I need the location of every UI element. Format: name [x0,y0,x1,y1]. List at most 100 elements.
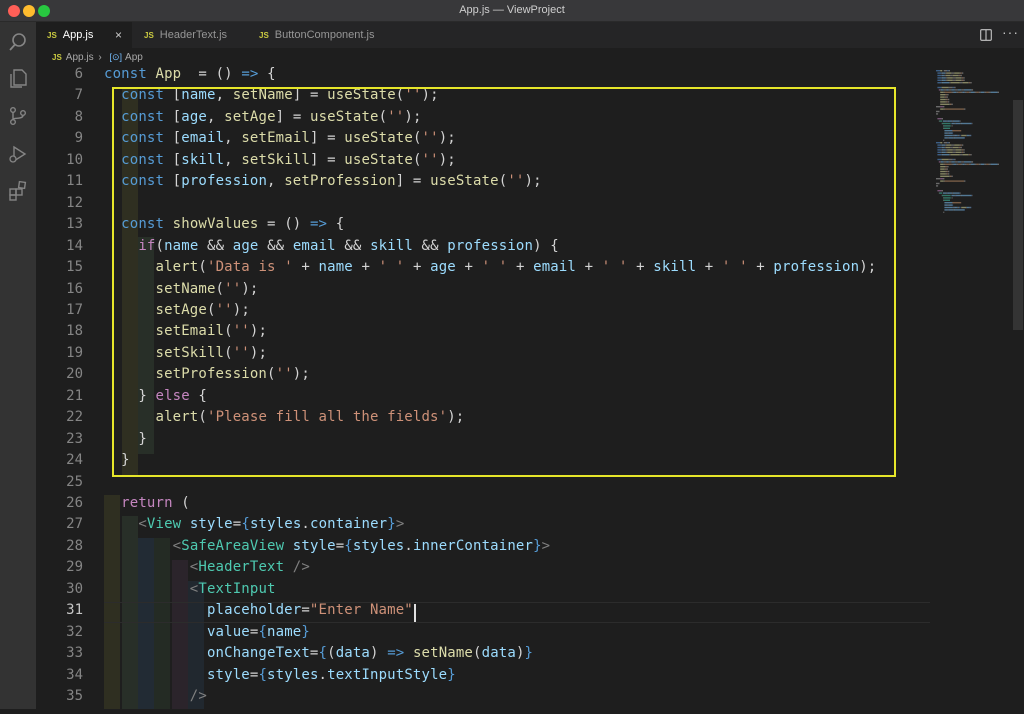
code-line[interactable]: value={name} [104,624,310,640]
code-token: < [138,516,147,533]
source-control-icon[interactable] [7,105,29,127]
explorer-icon[interactable] [7,67,29,89]
code-token: onChangeText [206,645,310,662]
minimap-line [963,79,965,81]
code-line[interactable]: return ( [104,495,190,511]
code-line[interactable]: <View style={styles.container}> [104,516,404,532]
highlight-box [112,87,896,477]
tab-headertext-js[interactable]: JS HeaderText.js [133,22,247,48]
minimap-line [944,137,948,139]
minimap-line [946,173,948,175]
tab-buttoncomponent-js[interactable]: JS ButtonComponent.js [248,22,394,48]
close-tab-icon[interactable]: × [115,22,122,48]
run-debug-icon[interactable] [7,143,29,165]
code-token: = [301,602,310,619]
code-line[interactable]: style={styles.textInputStyle} [104,667,456,683]
minimap-line [940,103,950,105]
minimap-line [944,180,964,182]
code-line[interactable]: <HeaderText /> [104,559,310,575]
minimap-line [942,151,946,153]
minimap-line [961,149,964,151]
minimap-line [952,192,960,194]
code-token: } [387,516,396,533]
code-line[interactable]: const App = () => { [104,66,276,82]
tab-app-js[interactable]: JS App.js × [36,22,132,48]
minimap-line [955,79,962,81]
code-line[interactable]: placeholder="Enter Name" [104,602,413,618]
minimap-line [960,91,963,93]
line-number: 27 [66,516,83,533]
minimap-line [954,161,958,163]
code-token: innerContainer [412,537,534,554]
minimap-line [964,91,967,93]
minimap-line [964,209,965,211]
minimap-line [946,89,949,91]
scrollbar-thumb[interactable] [1013,100,1023,330]
minimap-line [959,82,963,84]
minimap-line [962,163,965,165]
line-number: 26 [66,495,83,511]
line-number: 14 [66,237,83,254]
minimap-line [948,142,950,144]
minimap-line [940,94,946,96]
chevron-right-icon: › [98,52,102,63]
code-line[interactable]: <TextInput [104,581,276,597]
minimap-line [937,86,942,89]
more-actions-icon[interactable]: ··· [1002,24,1019,40]
minimap-line [940,170,946,173]
minimap-line [944,202,953,204]
js-file-icon: JS [144,31,154,40]
minimap-line [997,91,999,93]
line-number: 16 [66,280,83,297]
minimap-line [951,194,955,197]
line-number: 24 [66,452,83,469]
minimap-line [963,151,965,153]
minimap-line [997,163,999,165]
minimap-line [968,154,971,156]
line-number: 10 [66,151,83,168]
code-token: "Enter Name" [309,602,413,619]
code-line[interactable]: <SafeAreaView style={styles.innerContain… [104,538,550,554]
code-token: data [481,645,516,662]
minimap-line [971,161,974,163]
minimap-line [942,79,946,81]
code-token: = [309,645,319,662]
minimap-line [946,96,948,98]
breadcrumb-file[interactable]: App.js [66,52,94,63]
minimap-line [940,96,945,98]
minimap-line [959,146,961,149]
minimap-line [947,77,953,79]
split-editor-icon[interactable] [980,29,992,41]
minimap-line [954,144,960,146]
code-editor[interactable]: 6 const App = () => {7 const [name, setNa… [36,66,932,709]
minimap-line [964,163,967,165]
minimap-line [942,144,946,146]
minimap-line [940,89,944,91]
minimap-line [947,173,950,175]
extensions-icon[interactable] [7,180,29,202]
minimap-line [947,170,950,173]
code-line[interactable]: /> [104,688,207,704]
minimap[interactable] [932,66,1012,709]
minimap-line [960,144,962,146]
breadcrumb-symbol[interactable]: App [125,52,143,63]
code-token: styles [267,666,319,683]
minimap-line [944,146,946,149]
minimap-line [980,91,985,93]
minimap-line [986,163,989,165]
minimap-line [947,120,953,122]
minimap-line [944,132,948,134]
minimap-line [944,91,952,93]
search-icon[interactable] [7,31,29,53]
code-token: textInputStyle [327,666,448,683]
minimap-line [966,134,970,137]
code-line[interactable]: onChangeText={(data) => setName(data)} [104,645,533,661]
minimap-line [961,134,967,137]
minimap-line [937,72,942,74]
code-token: } [447,666,456,683]
minimap-line [988,163,991,165]
minimap-line [943,192,947,194]
